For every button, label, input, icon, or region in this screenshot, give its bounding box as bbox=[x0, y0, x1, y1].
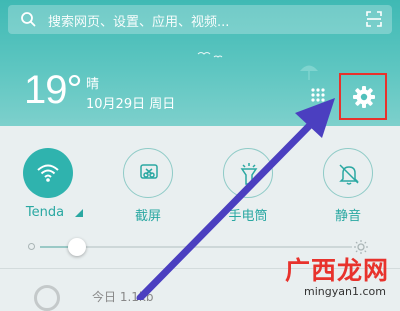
watermark-brand: 广西龙网 bbox=[285, 256, 390, 285]
watermark-url: mingyan1.com bbox=[304, 285, 386, 298]
